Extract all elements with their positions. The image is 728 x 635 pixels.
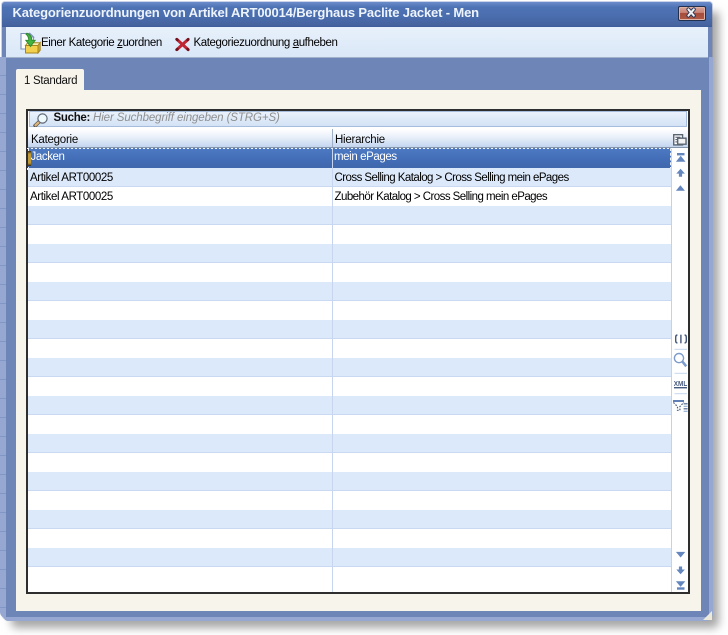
svg-text:XML: XML — [674, 378, 688, 387]
